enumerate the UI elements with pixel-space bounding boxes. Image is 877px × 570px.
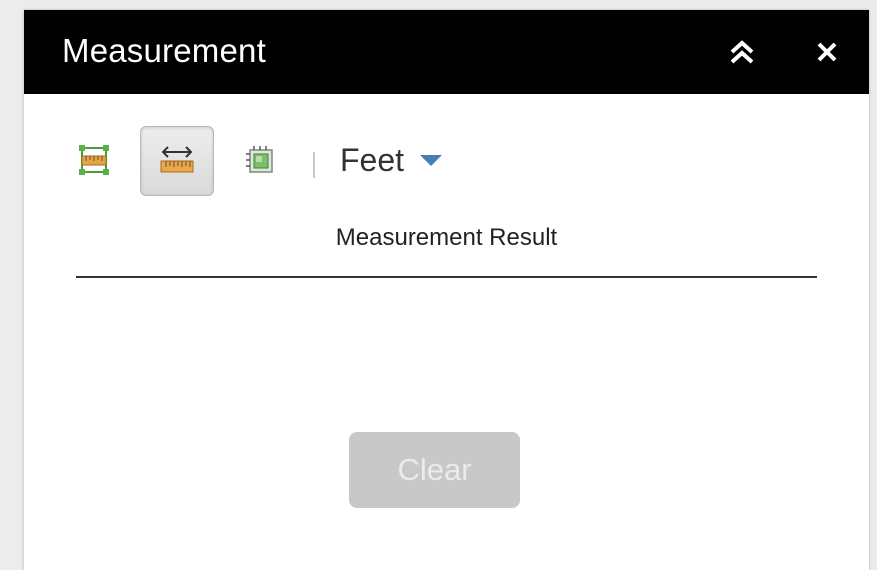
collapse-button[interactable] <box>722 32 762 72</box>
chevron-double-up-icon <box>730 40 754 64</box>
result-heading: Measurement Result <box>335 224 558 251</box>
close-button[interactable] <box>807 32 847 72</box>
result-value <box>76 280 817 420</box>
unit-dropdown-value: Feet <box>340 142 405 178</box>
measurement-widget: Measurement Feet Measurement Result Clea… <box>24 10 869 570</box>
area-measure-icon <box>79 145 109 175</box>
location-measure-icon <box>246 146 273 173</box>
measurement-toolbar: Feet <box>24 94 869 224</box>
result-divider <box>76 276 817 278</box>
caret-down-icon <box>420 155 443 166</box>
widget-header: Measurement <box>24 10 869 94</box>
clear-button[interactable]: Clear <box>349 432 520 508</box>
distance-tool-button[interactable] <box>140 126 214 196</box>
distance-measure-icon <box>160 146 194 173</box>
area-tool-button[interactable] <box>74 140 114 180</box>
toolbar-separator <box>313 152 315 178</box>
location-tool-button[interactable] <box>240 140 280 180</box>
unit-dropdown[interactable]: Feet <box>340 142 443 179</box>
close-icon <box>817 42 837 62</box>
widget-title: Measurement <box>62 32 266 69</box>
